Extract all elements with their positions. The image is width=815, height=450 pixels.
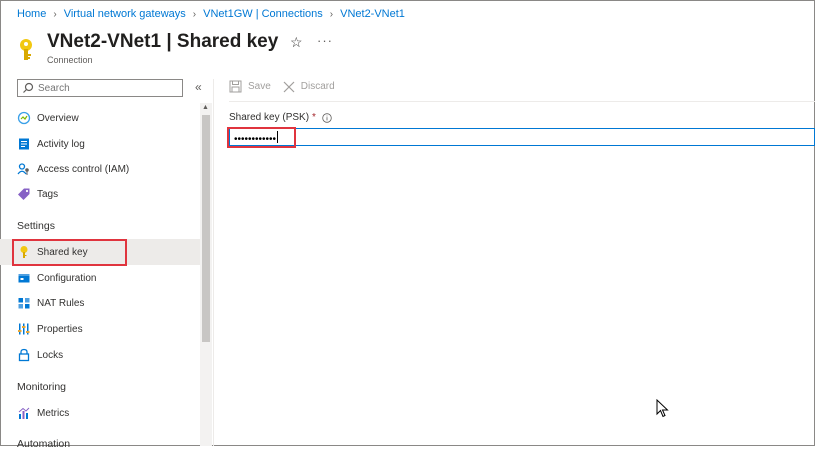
collapse-sidebar-icon[interactable]: « — [195, 80, 202, 94]
sidebar-item-label: Activity log — [37, 138, 85, 150]
highlight-box-psk-input — [227, 127, 296, 148]
sidebar-item-locks[interactable]: Locks — [0, 342, 200, 368]
tag-icon — [18, 188, 30, 200]
section-header-settings: Settings — [17, 220, 55, 232]
breadcrumb-separator: › — [329, 8, 334, 20]
properties-icon — [18, 323, 30, 335]
section-header-automation: Automation — [17, 438, 71, 450]
sidebar-item-nat-rules[interactable]: NAT Rules — [0, 290, 200, 316]
search-icon — [23, 82, 34, 93]
sidebar-item-properties[interactable]: Properties — [0, 316, 200, 342]
mouse-cursor-icon — [656, 399, 669, 418]
sidebar-item-tags[interactable]: Tags — [0, 181, 200, 207]
sidebar-item-label: Overview — [37, 112, 79, 124]
scrollbar-thumb[interactable] — [202, 115, 210, 342]
sidebar-item-label: Properties — [37, 323, 83, 335]
nat-rules-icon — [18, 298, 30, 309]
psk-label-text: Shared key (PSK) — [229, 112, 310, 123]
lock-icon — [18, 348, 30, 362]
sidebar-item-configuration[interactable]: Configuration — [0, 265, 200, 291]
sidebar-item-label: Tags — [37, 188, 59, 200]
sidebar-item-label: Metrics — [37, 407, 70, 419]
breadcrumb-vnet2-vnet1[interactable]: VNet2-VNet1 — [340, 8, 405, 20]
shared-key-input[interactable] — [230, 130, 815, 149]
favorite-star-icon[interactable]: ☆ — [290, 34, 303, 51]
save-button[interactable]: Save — [229, 80, 271, 93]
highlight-box-shared-key-nav — [12, 239, 127, 266]
save-icon — [229, 80, 242, 93]
discard-button-label: Discard — [300, 81, 335, 92]
command-bar: Save Discard — [229, 80, 347, 93]
required-asterisk: * — [312, 112, 316, 123]
sidebar-item-activity-log[interactable]: Activity log — [0, 131, 200, 157]
activity-log-icon — [19, 138, 29, 150]
sidebar-item-access-control[interactable]: Access control (IAM) — [0, 156, 200, 182]
sidebar-item-metrics[interactable]: Metrics — [0, 400, 200, 426]
search-input[interactable] — [34, 81, 180, 95]
sidebar-item-label: Configuration — [37, 272, 97, 284]
breadcrumb: Home › Virtual network gateways › VNet1G… — [17, 8, 405, 20]
info-icon[interactable] — [322, 112, 332, 123]
section-header-monitoring: Monitoring — [17, 381, 67, 393]
sidebar-item-label: NAT Rules — [37, 297, 85, 309]
iam-icon — [17, 163, 29, 175]
psk-field-label: Shared key (PSK) * — [229, 112, 332, 123]
key-icon — [17, 38, 35, 67]
breadcrumb-virtual-network-gateways[interactable]: Virtual network gateways — [64, 8, 186, 20]
page-subtitle: Connection — [47, 55, 93, 65]
page-title: VNet2-VNet1 | Shared key — [47, 31, 279, 52]
sidebar-nav: Overview Activity log Access control (IA… — [0, 103, 200, 450]
shared-key-field[interactable] — [229, 128, 815, 149]
scroll-up-arrow-icon[interactable]: ▲ — [202, 104, 209, 111]
breadcrumb-home[interactable]: Home — [17, 8, 46, 20]
metrics-icon — [18, 407, 30, 419]
sidebar-search[interactable] — [17, 79, 183, 97]
save-button-label: Save — [248, 81, 271, 92]
more-options-icon[interactable]: ··· — [317, 33, 333, 48]
discard-x-icon — [283, 81, 295, 92]
breadcrumb-separator: › — [53, 8, 57, 20]
panel-divider — [213, 79, 214, 446]
toolbar-divider — [229, 101, 815, 102]
breadcrumb-separator: › — [192, 8, 197, 20]
sidebar-item-label: Access control (IAM) — [37, 163, 130, 175]
configuration-icon — [18, 274, 30, 283]
sidebar-item-label: Locks — [37, 349, 64, 361]
breadcrumb-vnet1gw-connections[interactable]: VNet1GW | Connections — [203, 8, 323, 20]
overview-icon — [17, 111, 31, 125]
sidebar-item-overview[interactable]: Overview — [0, 105, 200, 131]
discard-button[interactable]: Discard — [283, 81, 335, 93]
